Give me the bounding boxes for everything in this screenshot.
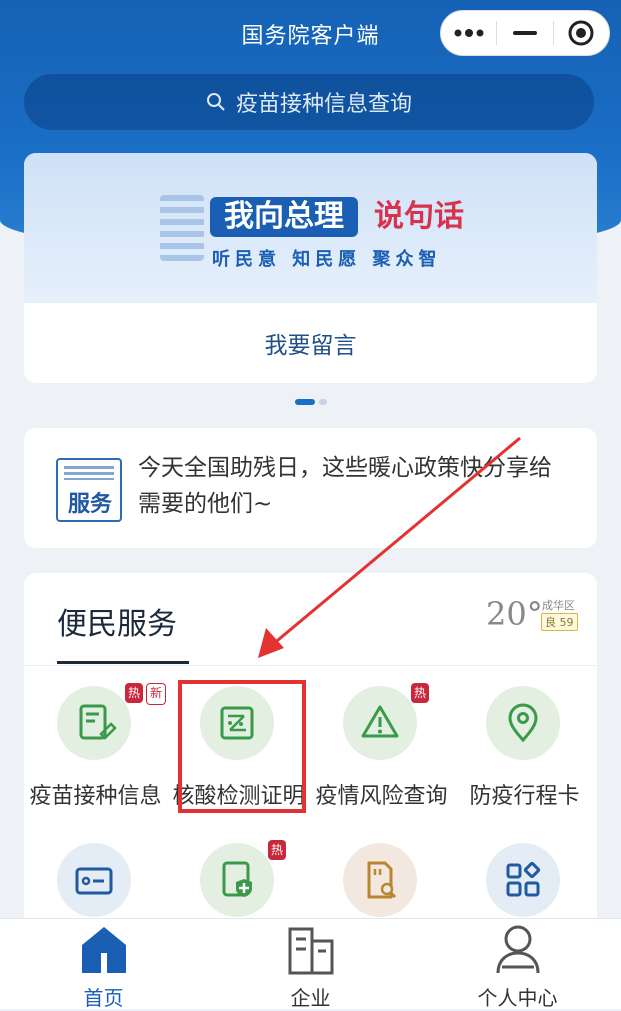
mini-program-capsule — [440, 10, 610, 56]
weather-widget[interactable]: 20° 成华区 良 59 — [486, 595, 586, 645]
tab-underline — [57, 661, 189, 664]
document-stack-icon — [160, 195, 204, 261]
tab-label: 首页 — [83, 986, 124, 1010]
services-tab-title[interactable]: 便民服务 — [57, 599, 177, 643]
tab-personal-center[interactable]: 个人中心 — [414, 919, 621, 1010]
search-icon — [206, 93, 225, 111]
service-badge-icon: 服务 — [56, 458, 122, 522]
location-pin-icon — [486, 686, 560, 760]
service-label: 疫情风险查询 — [315, 784, 448, 809]
banner-subtitle: 听民意 知民愿 聚众智 — [212, 249, 442, 270]
district: 成华区 — [542, 599, 575, 612]
notice-card[interactable]: 服务 今天全国助残日，这些暖心政策快分享给需要的他们~ — [24, 428, 597, 548]
banner-headline-blue: 我向总理 — [210, 197, 358, 237]
apps-grid-icon — [486, 843, 560, 917]
search-placeholder: 疫苗接种信息查询 — [235, 92, 412, 117]
carousel-indicator — [295, 399, 327, 405]
building-icon — [288, 927, 333, 975]
new-badge: 新 — [146, 683, 167, 705]
hot-badge: 热 — [411, 683, 430, 703]
hot-badge: 热 — [268, 840, 287, 860]
service-badge-text: 服务 — [67, 492, 112, 517]
user-icon — [496, 925, 539, 974]
banner-headline-red: 说句话 — [374, 199, 464, 234]
banner-card[interactable]: 我向总理 说句话 听民意 知民愿 聚众智 我要留言 — [24, 153, 597, 383]
service-label: 防疫行程卡 — [469, 784, 580, 809]
minimize-button[interactable] — [497, 11, 552, 55]
hot-badge: 热 — [125, 683, 144, 703]
carousel-dot — [319, 399, 327, 405]
target-circle-icon — [568, 20, 594, 46]
notice-text: 今天全国助残日，这些暖心政策快分享给需要的他们~ — [138, 455, 552, 517]
divider — [24, 665, 597, 666]
search-bar[interactable]: 疫苗接种信息查询 — [24, 74, 594, 130]
vaccine-doc-icon — [57, 686, 131, 760]
warning-icon — [343, 686, 417, 760]
tab-enterprise[interactable]: 企业 — [207, 919, 414, 1010]
id-card-icon — [57, 843, 131, 917]
highlight-box — [178, 680, 306, 813]
sim-card-search-icon — [343, 843, 417, 917]
bottom-tab-bar: 首页 企业 个人中心 — [0, 918, 621, 1010]
air-quality-badge: 良 59 — [541, 613, 578, 631]
health-shield-icon — [200, 843, 274, 917]
temperature: 20° — [486, 595, 543, 633]
home-icon — [81, 927, 126, 973]
carousel-dot-active — [295, 399, 315, 405]
tab-label: 个人中心 — [477, 986, 558, 1010]
banner-image: 我向总理 说句话 听民意 知民愿 聚众智 — [24, 153, 597, 303]
more-menu-button[interactable] — [441, 11, 496, 55]
tab-label: 企业 — [290, 986, 331, 1010]
close-mini-program-button[interactable] — [554, 11, 609, 55]
leave-message-button[interactable]: 我要留言 — [24, 303, 597, 383]
more-dots-icon — [454, 29, 484, 37]
title-bar: 国务院客户端 — [0, 0, 621, 66]
tab-home[interactable]: 首页 — [0, 919, 207, 1010]
minus-icon — [512, 31, 537, 35]
